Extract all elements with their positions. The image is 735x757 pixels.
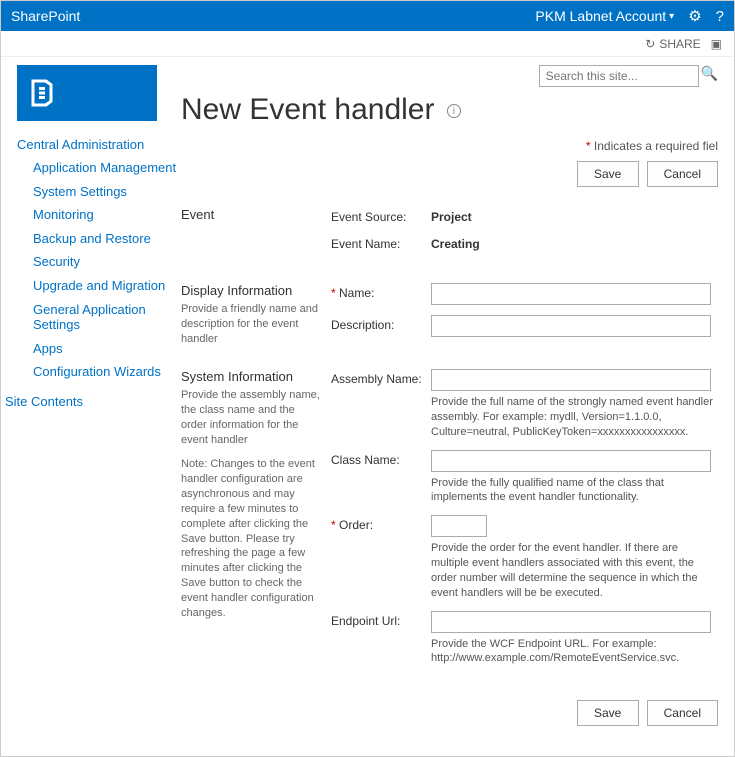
nav-monitoring[interactable]: Monitoring [1, 203, 177, 227]
top-button-row: Save Cancel [181, 161, 718, 187]
required-star-icon: * [331, 286, 336, 300]
event-source-value: Project [431, 207, 472, 224]
section-system: System Information Provide the assembly … [181, 363, 718, 692]
description-input[interactable] [431, 315, 711, 337]
required-star-icon: * [331, 518, 336, 532]
nav-apps[interactable]: Apps [1, 337, 177, 361]
nav-config-wizards[interactable]: Configuration Wizards [1, 360, 177, 384]
share-icon: ↻ [645, 37, 655, 51]
class-help: Provide the fully qualified name of the … [431, 476, 718, 506]
order-help: Provide the order for the event handler.… [431, 541, 718, 600]
sharepoint-logo[interactable] [17, 65, 157, 121]
ribbon: ↻ SHARE ▣ [1, 31, 734, 57]
nav-backup[interactable]: Backup and Restore [1, 227, 177, 251]
info-icon[interactable]: i [447, 104, 461, 118]
page-title: New Event handler i [181, 93, 718, 127]
focus-icon[interactable]: ▣ [711, 37, 722, 51]
chevron-down-icon: ▾ [669, 11, 674, 22]
name-input[interactable] [431, 283, 711, 305]
share-button[interactable]: ↻ SHARE [645, 37, 700, 51]
endpoint-help: Provide the WCF Endpoint URL. For exampl… [431, 637, 718, 667]
assembly-label: Assembly Name: [331, 369, 431, 386]
description-field-label: Description: [331, 315, 431, 332]
assembly-input[interactable] [431, 369, 711, 391]
nav-security[interactable]: Security [1, 250, 177, 274]
section-event: Event Event Source: Project Event Name: … [181, 201, 718, 277]
section-display: Display Information Provide a friendly n… [181, 277, 718, 363]
gear-icon[interactable]: ⚙ [688, 7, 701, 25]
nav-site-contents[interactable]: Site Contents [1, 390, 177, 413]
nav-app-mgmt[interactable]: Application Management [1, 156, 177, 180]
name-field-label: * Name: [331, 283, 431, 300]
section-display-title: Display Information [181, 283, 321, 298]
suite-brand: SharePoint [11, 8, 535, 24]
save-button-bottom[interactable]: Save [577, 700, 639, 726]
account-menu[interactable]: PKM Labnet Account ▾ [535, 8, 674, 24]
event-source-label: Event Source: [331, 207, 431, 224]
nav-header[interactable]: Central Administration [1, 133, 177, 156]
suite-bar: SharePoint PKM Labnet Account ▾ ⚙ ? [1, 1, 734, 31]
endpoint-input[interactable] [431, 611, 711, 633]
cancel-button-bottom[interactable]: Cancel [647, 700, 718, 726]
bottom-button-row: Save Cancel [181, 700, 718, 726]
section-display-desc: Provide a friendly name and description … [181, 302, 321, 347]
cancel-button-top[interactable]: Cancel [647, 161, 718, 187]
event-name-value: Creating [431, 234, 480, 251]
section-system-title: System Information [181, 369, 321, 384]
order-input[interactable] [431, 515, 487, 537]
nav-system-settings[interactable]: System Settings [1, 180, 177, 204]
assembly-help: Provide the full name of the strongly na… [431, 395, 718, 440]
required-note: * Indicates a required fiel [181, 139, 718, 153]
help-icon[interactable]: ? [716, 8, 724, 25]
left-nav: Central Administration Application Manag… [1, 57, 177, 756]
nav-general[interactable]: General Application Settings [1, 298, 177, 337]
main-content: 🔍 New Event handler i * Indicates a requ… [177, 57, 734, 756]
class-label: Class Name: [331, 450, 431, 467]
section-system-note: Note: Changes to the event handler confi… [181, 457, 321, 620]
class-input[interactable] [431, 450, 711, 472]
required-star-icon: * [586, 139, 591, 153]
nav-upgrade[interactable]: Upgrade and Migration [1, 274, 177, 298]
order-label: * Order: [331, 515, 431, 532]
endpoint-label: Endpoint Url: [331, 611, 431, 628]
save-button-top[interactable]: Save [577, 161, 639, 187]
search-icon[interactable]: 🔍 [701, 65, 718, 87]
search-input[interactable] [539, 65, 699, 87]
section-system-desc: Provide the assembly name, the class nam… [181, 388, 321, 447]
event-name-label: Event Name: [331, 234, 431, 251]
section-event-title: Event [181, 207, 321, 222]
